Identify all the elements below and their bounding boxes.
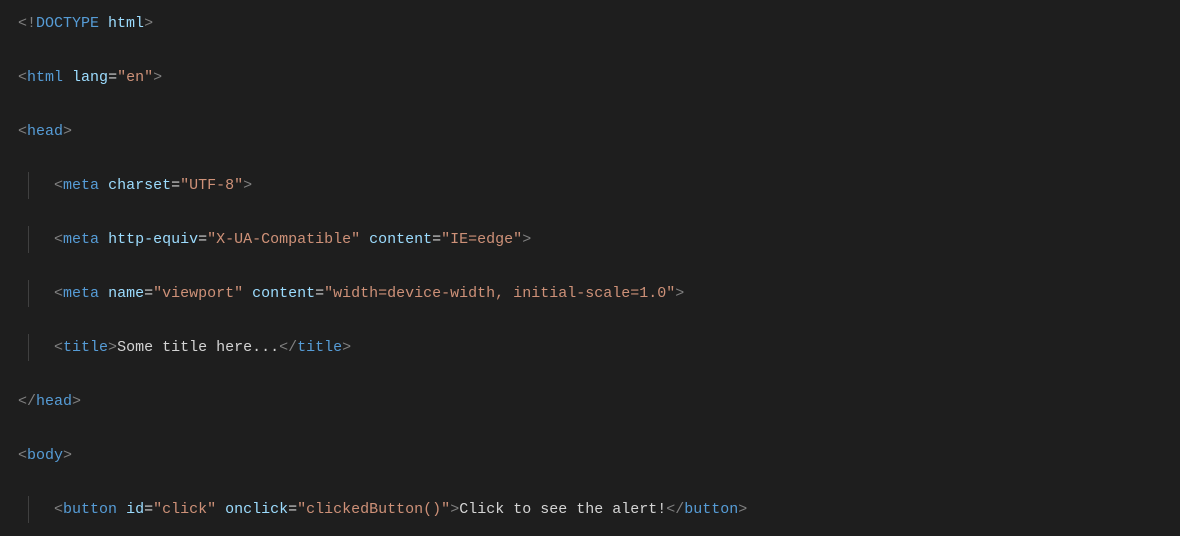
code-line[interactable]: <!DOCTYPE html>	[0, 10, 1180, 37]
tag-button: button	[63, 501, 117, 518]
code-line[interactable]: <html lang="en">	[0, 64, 1180, 91]
button-text: Click to see the alert!	[459, 501, 666, 518]
code-line[interactable]: <meta charset="UTF-8">	[0, 172, 1180, 199]
code-editor[interactable]: <!DOCTYPE html> <html lang="en"> <head> …	[0, 0, 1180, 536]
tag-head: head	[27, 123, 63, 140]
tag-title: title	[63, 339, 108, 356]
code-line[interactable]: <body>	[0, 442, 1180, 469]
tag-html: html	[27, 69, 63, 86]
code-line[interactable]: <button id="click" onclick="clickedButto…	[0, 496, 1180, 523]
code-line[interactable]: <meta http-equiv="X-UA-Compatible" conte…	[0, 226, 1180, 253]
title-text: Some title here...	[117, 339, 279, 356]
code-line[interactable]: <meta name="viewport" content="width=dev…	[0, 280, 1180, 307]
tag-body: body	[27, 447, 63, 464]
punct: <!	[18, 15, 36, 32]
tag-meta: meta	[63, 177, 99, 194]
doctype-keyword: DOCTYPE	[36, 15, 99, 32]
doctype-value: html	[108, 15, 144, 32]
code-line[interactable]: <title>Some title here...</title>	[0, 334, 1180, 361]
code-line[interactable]: <head>	[0, 118, 1180, 145]
code-line[interactable]: </head>	[0, 388, 1180, 415]
